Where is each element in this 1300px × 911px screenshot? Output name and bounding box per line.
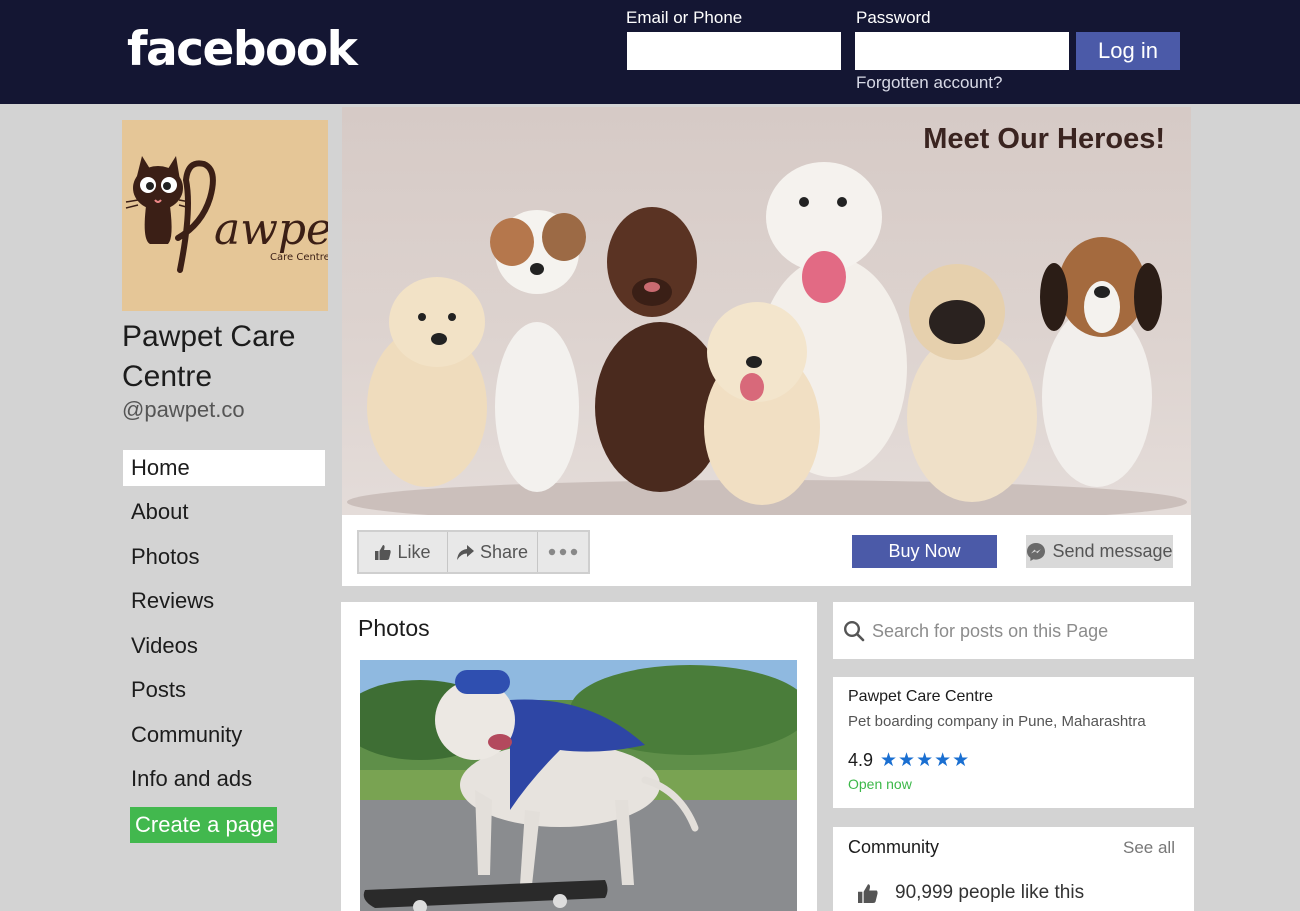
- logo-wordmark: awpet: [214, 204, 328, 255]
- create-page-button[interactable]: Create a page: [130, 807, 277, 843]
- likes-count: 90,999 people like this: [895, 882, 1085, 903]
- photo-thumbnail[interactable]: [360, 660, 797, 911]
- send-message-label: Send message: [1052, 541, 1173, 561]
- nav-photos[interactable]: Photos: [123, 539, 325, 575]
- email-label: Email or Phone: [626, 8, 743, 27]
- info-category: Pet boarding company in Pune, Maharashtr…: [848, 713, 1146, 730]
- info-page-name: Pawpet Care Centre: [848, 688, 993, 705]
- superhero-dog-photo: [360, 660, 797, 911]
- thumbs-up-icon: [375, 545, 392, 560]
- profile-picture[interactable]: awpet Care Centre: [122, 120, 350, 311]
- puppies-illustration: [347, 162, 1187, 515]
- photos-heading: Photos: [358, 615, 430, 641]
- share-button[interactable]: Share: [448, 532, 538, 572]
- logo-subtitle: Care Centre: [270, 252, 328, 263]
- forgot-account-link[interactable]: Forgotten account?: [856, 73, 1002, 93]
- nav-posts[interactable]: Posts: [123, 672, 325, 708]
- cover-photo[interactable]: Meet Our Heroes!: [342, 107, 1191, 515]
- password-label: Password: [856, 8, 931, 27]
- nav-info-and-ads[interactable]: Info and ads: [123, 761, 325, 797]
- nav-home[interactable]: Home: [123, 450, 325, 486]
- nav-community[interactable]: Community: [123, 717, 325, 753]
- cover-headline: Meet Our Heroes!: [923, 123, 1165, 155]
- open-status: Open now: [848, 776, 912, 792]
- see-all-link[interactable]: See all: [1123, 838, 1175, 858]
- ellipsis-icon: [548, 548, 578, 556]
- rating-stars: ★★★★★: [880, 750, 971, 771]
- thumbs-up-icon: [858, 884, 878, 903]
- send-message-button[interactable]: Send message: [1026, 535, 1173, 568]
- search-icon: [843, 620, 865, 642]
- community-heading: Community: [848, 837, 940, 857]
- pawpet-logo: awpet Care Centre: [125, 156, 350, 273]
- share-arrow-icon: [456, 544, 474, 560]
- login-button[interactable]: Log in: [1076, 32, 1180, 70]
- page-handle: @pawpet.co: [122, 397, 245, 422]
- page-title: Pawpet Care Centre: [122, 320, 296, 393]
- nav-videos[interactable]: Videos: [123, 628, 325, 664]
- page-actions-group: Like Share: [357, 530, 590, 574]
- email-field[interactable]: [627, 32, 841, 70]
- page-search-input[interactable]: [872, 612, 1182, 650]
- messenger-icon: [1027, 542, 1046, 561]
- nav-about[interactable]: About: [123, 494, 325, 530]
- facebook-logo[interactable]: facebook: [127, 22, 358, 78]
- like-label: Like: [397, 541, 431, 562]
- nav-reviews[interactable]: Reviews: [123, 583, 325, 619]
- like-button[interactable]: Like: [359, 532, 448, 572]
- password-field[interactable]: [855, 32, 1069, 70]
- share-label: Share: [479, 541, 529, 562]
- more-options-button[interactable]: [538, 532, 588, 572]
- buy-now-button[interactable]: Buy Now: [852, 535, 997, 568]
- rating-value: 4.9: [848, 750, 874, 770]
